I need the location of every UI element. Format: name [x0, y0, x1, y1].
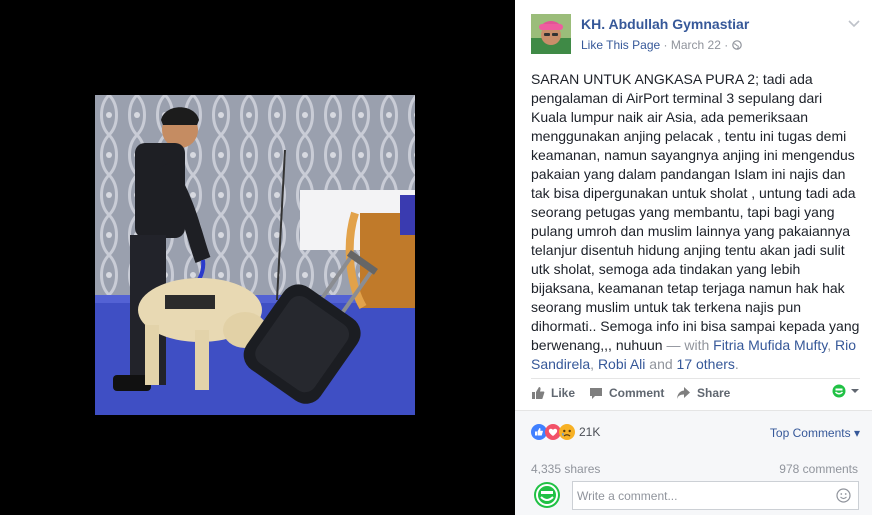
comment-label: Comment [609, 386, 665, 400]
post-body-text: SARAN UNTUK ANGKASA PURA 2; tadi ada pen… [531, 71, 860, 353]
post-header: KH. Abdullah Gymnastiar Like This Page ·… [531, 14, 861, 54]
post-photo[interactable] [95, 95, 415, 415]
reaction-sad-icon [559, 424, 575, 440]
and-separator: and [645, 356, 677, 372]
feedback-section: 21K Top Comments ▾ 4,335 shares 978 comm… [515, 410, 872, 515]
smiley-icon[interactable] [836, 488, 851, 503]
comment-composer [515, 474, 872, 515]
top-comments-caret: ▾ [853, 426, 860, 440]
emoticon-menu-button[interactable] [832, 384, 860, 398]
comment-button[interactable]: Comment [589, 386, 664, 400]
post-date[interactable]: March 22 [671, 38, 721, 52]
meta-separator-2: · [724, 38, 729, 52]
emoticon-icon [832, 384, 846, 398]
top-comments-dropdown[interactable]: Top Comments ▾ [770, 426, 860, 440]
post-sidebar: KH. Abdullah Gymnastiar Like This Page ·… [515, 0, 872, 515]
avatar-image [531, 14, 571, 54]
share-button[interactable]: Share [676, 386, 730, 400]
reactions-summary[interactable]: 21K [531, 424, 600, 440]
comment-input[interactable] [572, 481, 859, 510]
globe-icon[interactable] [731, 40, 742, 50]
tag-end: . [734, 356, 739, 372]
tagged-user-3[interactable]: Robi Ali [598, 356, 645, 372]
post-body: SARAN UNTUK ANGKASA PURA 2; tadi ada pen… [531, 70, 861, 374]
chevron-down-icon[interactable] [847, 16, 861, 30]
like-button[interactable]: Like [531, 386, 575, 400]
photo-viewer [0, 0, 515, 515]
photo-illustration [95, 95, 415, 415]
post-actions: Like Comment Share [531, 378, 860, 408]
with-separator: — with [662, 337, 714, 353]
tag-comma-2: , [590, 356, 598, 372]
comment-icon [590, 388, 602, 399]
share-label: Share [697, 386, 731, 400]
top-comments-label: Top Comments [769, 426, 851, 440]
tagged-others-link[interactable]: 17 others [677, 356, 735, 372]
reaction-count[interactable]: 21K [579, 425, 600, 439]
meta-separator: · [663, 38, 668, 52]
like-label: Like [551, 386, 576, 400]
like-icon [532, 387, 545, 399]
page-name-link[interactable]: KH. Abdullah Gymnastiar [581, 16, 749, 32]
share-icon [677, 387, 690, 399]
tag-comma-1: , [827, 337, 836, 353]
commenter-avatar [534, 482, 560, 508]
post-meta: Like This Page · March 22 · [581, 38, 742, 52]
like-this-page-link[interactable]: Like This Page [581, 38, 660, 52]
tagged-user-1[interactable]: Fitria Mufida Mufty [713, 337, 827, 353]
page-avatar[interactable] [531, 14, 571, 54]
caret-down-icon [851, 389, 859, 393]
